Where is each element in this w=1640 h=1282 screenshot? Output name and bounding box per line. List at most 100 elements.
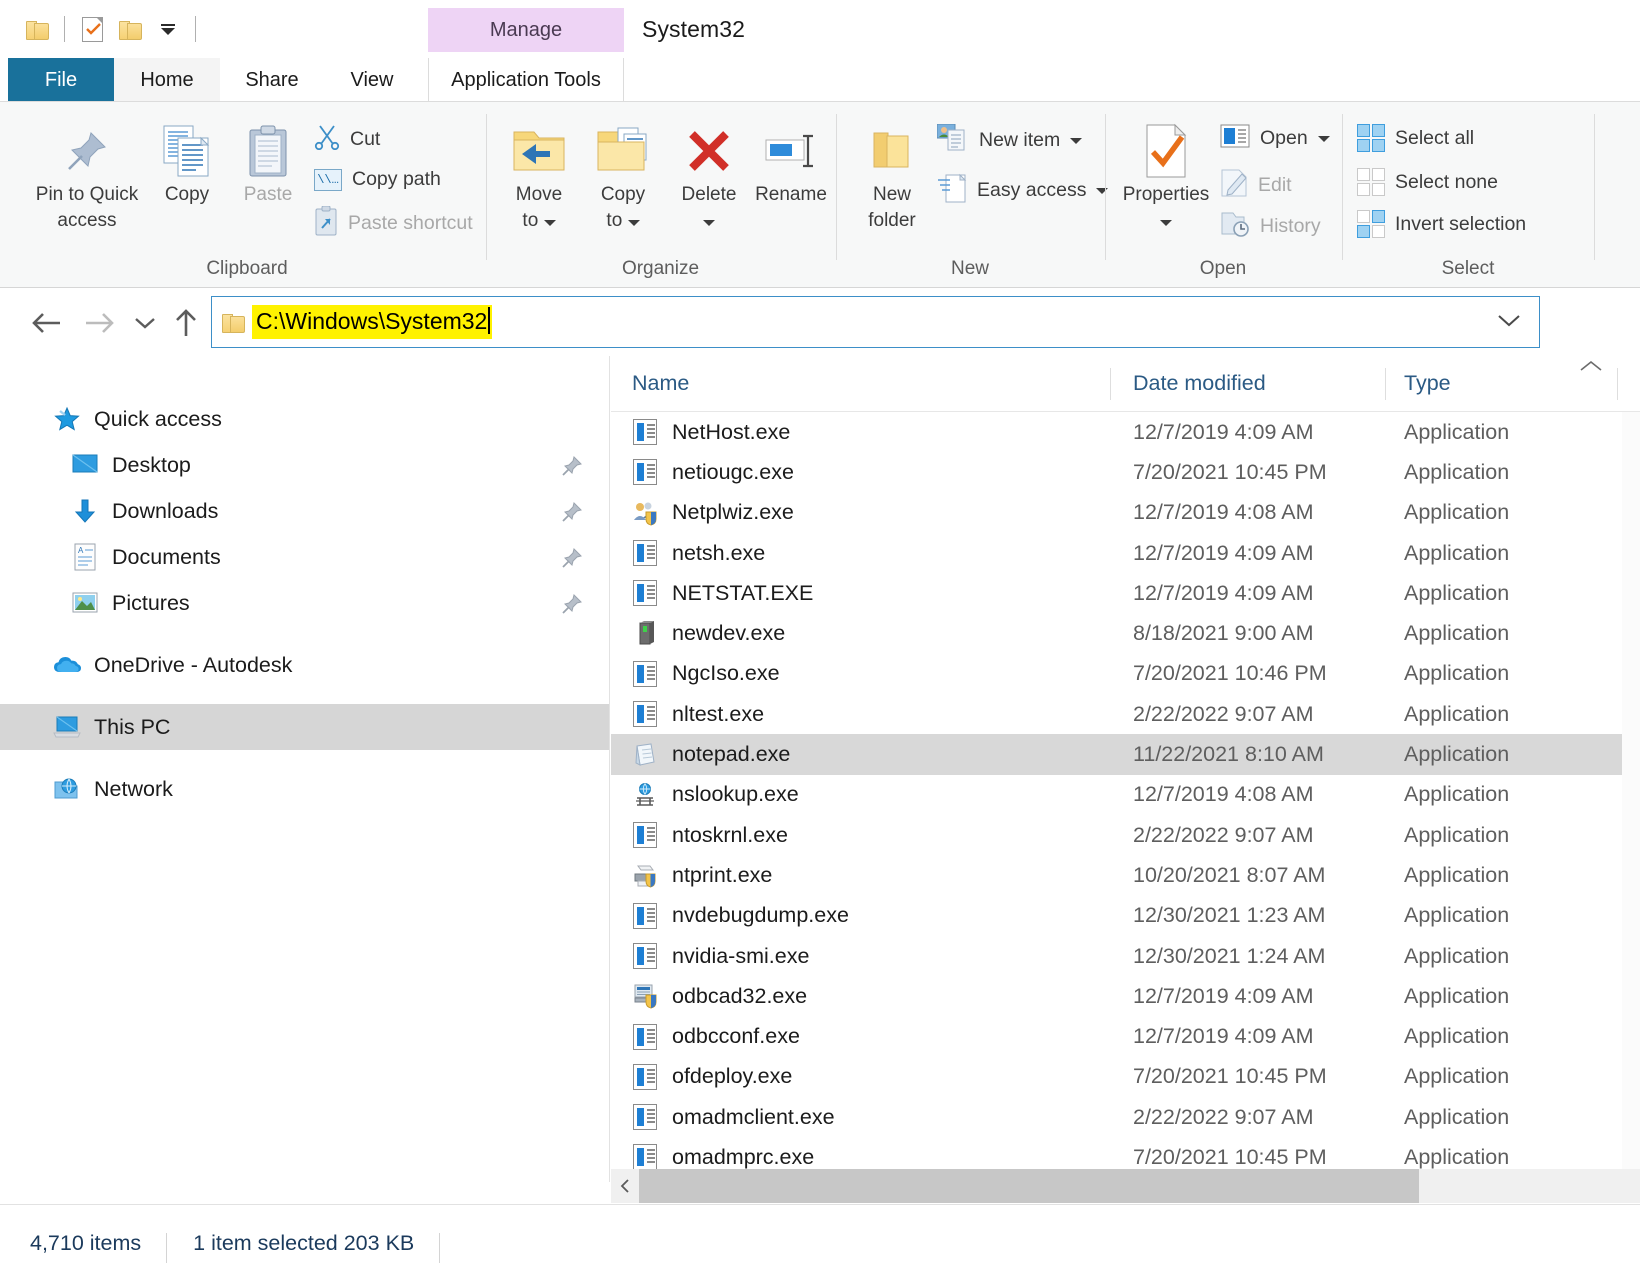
pin-icon[interactable]: [561, 593, 583, 621]
properties-icon[interactable]: [73, 10, 111, 48]
properties-button[interactable]: Properties: [1112, 120, 1220, 234]
customize-caret-icon[interactable]: [149, 10, 187, 48]
ribbon-group-select-label: Select: [1441, 258, 1495, 279]
file-name: ntoskrnl.exe: [672, 822, 788, 847]
horizontal-scrollbar[interactable]: [611, 1169, 1640, 1203]
table-row[interactable]: nvidia-smi.exe 12/30/2021 1:24 AM Applic…: [611, 936, 1640, 976]
vertical-scrollbar[interactable]: [1622, 412, 1640, 1169]
table-row[interactable]: ntprint.exe 10/20/2021 8:07 AM Applicati…: [611, 855, 1640, 895]
cut-button[interactable]: Cut: [314, 124, 380, 155]
easy-access-label: Easy access: [977, 179, 1087, 201]
this-pc-icon: [52, 715, 82, 739]
table-row[interactable]: netiougc.exe 7/20/2021 10:45 PM Applicat…: [611, 452, 1640, 492]
file-name: NgcIso.exe: [672, 661, 780, 686]
new-folder-icon[interactable]: [111, 10, 149, 48]
table-row[interactable]: odbcad32.exe 12/7/2019 4:09 AM Applicati…: [611, 976, 1640, 1016]
sidebar-item-desktop[interactable]: Desktop: [0, 442, 609, 488]
tab-share[interactable]: Share: [220, 58, 324, 102]
sidebar-item-downloads[interactable]: Downloads: [0, 488, 609, 534]
tab-file[interactable]: File: [8, 58, 114, 102]
sidebar-item-network[interactable]: Network: [0, 766, 609, 812]
table-row[interactable]: NetHost.exe 12/7/2019 4:09 AM Applicatio…: [611, 412, 1640, 452]
file-type: Application: [1404, 1144, 1510, 1169]
window-title: System32: [642, 16, 746, 42]
paste-shortcut-button[interactable]: Paste shortcut: [314, 205, 473, 241]
delete-button[interactable]: Delete: [669, 120, 749, 234]
sidebar-item-this-pc[interactable]: This PC: [0, 704, 609, 750]
copy-button[interactable]: Copy: [150, 120, 224, 208]
sidebar-item-onedrive[interactable]: OneDrive - Autodesk: [0, 642, 609, 688]
file-date: 2/22/2022 9:07 AM: [1133, 701, 1314, 726]
select-all-button[interactable]: Select all: [1357, 124, 1474, 152]
ribbon-group-clipboard: Pin to Quick access Copy Paste Cut \\… C…: [8, 102, 486, 288]
copy-to-button[interactable]: Copy to: [581, 120, 665, 234]
desktop-icon: [70, 453, 100, 477]
pin-icon[interactable]: [561, 547, 583, 575]
new-folder-button[interactable]: New folder: [847, 120, 937, 234]
table-row[interactable]: odbcconf.exe 12/7/2019 4:09 AM Applicati…: [611, 1016, 1640, 1056]
easy-access-button[interactable]: Easy access: [937, 172, 1109, 209]
history-button[interactable]: History: [1220, 210, 1321, 243]
sidebar-item-documents[interactable]: A Documents: [0, 534, 609, 580]
paste-button[interactable]: Paste: [224, 120, 312, 208]
table-row[interactable]: nslookup.exe 12/7/2019 4:08 AM Applicati…: [611, 775, 1640, 815]
contextual-tab-group: Manage: [428, 8, 624, 52]
new-item-button[interactable]: New item: [936, 123, 1083, 157]
table-row[interactable]: netsh.exe 12/7/2019 4:09 AM Application: [611, 533, 1640, 573]
up-button[interactable]: [166, 303, 206, 343]
file-date: 12/7/2019 4:09 AM: [1133, 580, 1314, 605]
pin-icon[interactable]: [561, 501, 583, 529]
table-row[interactable]: nvdebugdump.exe 12/30/2021 1:23 AM Appli…: [611, 896, 1640, 936]
tab-home[interactable]: Home: [114, 58, 220, 102]
table-row[interactable]: newdev.exe 8/18/2021 9:00 AM Application: [611, 613, 1640, 653]
exe-icon: [632, 1104, 658, 1131]
sidebar-item-pictures[interactable]: Pictures: [0, 580, 609, 626]
ribbon-group-open-label: Open: [1199, 258, 1247, 279]
open-button[interactable]: Open: [1220, 124, 1330, 153]
forward-button[interactable]: [80, 303, 120, 343]
table-row[interactable]: ntoskrnl.exe 2/22/2022 9:07 AM Applicati…: [611, 815, 1640, 855]
file-date: 12/7/2019 4:09 AM: [1133, 419, 1314, 444]
tab-view[interactable]: View: [324, 58, 420, 102]
table-row[interactable]: NgcIso.exe 7/20/2021 10:46 PM Applicatio…: [611, 654, 1640, 694]
copy-path-button[interactable]: \\… Copy path: [314, 168, 441, 191]
sidebar-item-quick-access[interactable]: Quick access: [0, 396, 609, 442]
address-input[interactable]: C:\Windows\System32: [211, 296, 1540, 348]
tab-application-tools[interactable]: Application Tools: [428, 58, 624, 102]
move-to-button[interactable]: Move to: [497, 120, 581, 234]
back-button[interactable]: [26, 303, 66, 343]
invert-selection-button[interactable]: Invert selection: [1357, 210, 1526, 238]
table-row[interactable]: Netplwiz.exe 12/7/2019 4:08 AM Applicati…: [611, 493, 1640, 533]
exe-icon: [632, 419, 658, 446]
file-date: 12/30/2021 1:23 AM: [1133, 903, 1326, 928]
properties-label: Properties: [1122, 184, 1210, 205]
column-header-name[interactable]: Name: [611, 356, 1111, 412]
file-date: 11/22/2021 8:10 AM: [1133, 742, 1324, 767]
rename-button[interactable]: Rename: [749, 120, 833, 208]
text-cursor: [488, 307, 491, 334]
pin-to-quick-access-button[interactable]: Pin to Quick access: [24, 120, 150, 234]
table-row[interactable]: omadmclient.exe 2/22/2022 9:07 AM Applic…: [611, 1097, 1640, 1137]
table-row-selected[interactable]: notepad.exe 11/22/2021 8:10 AM Applicati…: [611, 734, 1640, 775]
collapse-ribbon-button[interactable]: [1578, 358, 1604, 379]
move-to-label-2: to: [522, 210, 539, 231]
file-date: 12/7/2019 4:09 AM: [1133, 983, 1314, 1008]
folder-icon[interactable]: [18, 10, 56, 48]
svg-text:A: A: [78, 546, 84, 555]
move-to-icon: [510, 120, 568, 182]
recent-locations-button[interactable]: [128, 303, 162, 343]
edit-button[interactable]: Edit: [1220, 168, 1292, 203]
table-row[interactable]: nltest.exe 2/22/2022 9:07 AM Application: [611, 694, 1640, 734]
table-row[interactable]: ofdeploy.exe 7/20/2021 10:45 PM Applicat…: [611, 1057, 1640, 1097]
edit-icon: [1220, 168, 1248, 203]
chevron-down-icon: [543, 220, 556, 226]
table-row[interactable]: NETSTAT.EXE 12/7/2019 4:09 AM Applicatio…: [611, 573, 1640, 613]
pin-icon[interactable]: [561, 455, 583, 483]
scroll-left-icon[interactable]: [611, 1169, 639, 1203]
horizontal-scrollbar-thumb[interactable]: [639, 1169, 1419, 1203]
select-none-button[interactable]: Select none: [1357, 168, 1498, 196]
copy-to-label-1: Copy: [600, 184, 646, 205]
column-header-date-modified[interactable]: Date modified: [1111, 356, 1386, 412]
delete-icon: [685, 120, 733, 182]
address-dropdown-button[interactable]: [1497, 313, 1521, 333]
